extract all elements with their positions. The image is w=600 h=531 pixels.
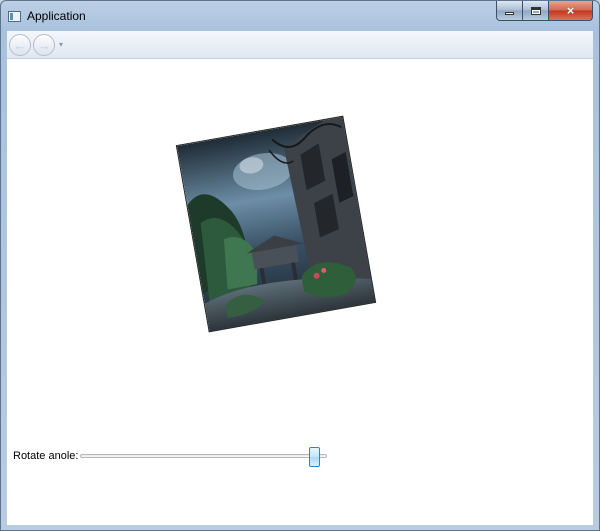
minimize-icon (505, 12, 514, 15)
rotate-angle-row: Rotate anole: (13, 447, 353, 467)
close-icon: × (566, 3, 575, 18)
arrow-right-icon: → (37, 37, 51, 53)
close-button[interactable]: × (549, 1, 593, 21)
maximize-button[interactable] (523, 1, 549, 21)
minimize-button[interactable] (496, 1, 523, 21)
application-window: Application × ← → ▾ Rotate anole: (0, 0, 600, 531)
back-button[interactable]: ← (9, 34, 31, 56)
rotate-angle-slider-track[interactable] (80, 454, 327, 458)
title-bar[interactable]: Application × (1, 1, 599, 31)
window-title: Application (27, 9, 86, 23)
maximize-icon (530, 6, 541, 15)
page-content: Rotate anole: (7, 59, 593, 525)
rotate-angle-label: Rotate anole: (13, 450, 79, 462)
nav-history-dropdown[interactable]: ▾ (59, 40, 63, 49)
navigation-bar: ← → ▾ (7, 31, 593, 59)
app-icon[interactable] (8, 11, 21, 22)
forward-button[interactable]: → (33, 34, 55, 56)
rotated-image (175, 115, 377, 333)
photo-scene (176, 116, 377, 333)
rotate-angle-slider-thumb[interactable] (308, 447, 320, 467)
caption-buttons: × (496, 1, 593, 21)
arrow-left-icon: ← (13, 37, 27, 53)
